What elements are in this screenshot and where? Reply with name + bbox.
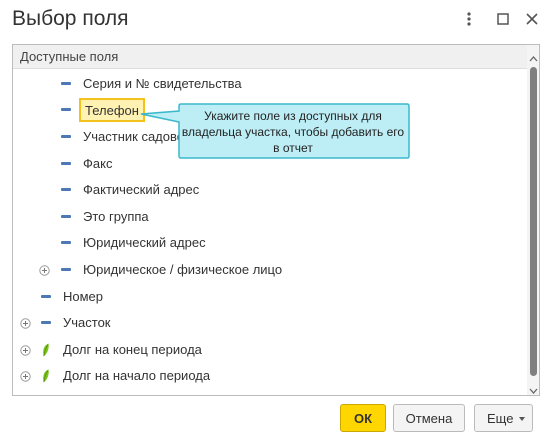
expand-plus-icon[interactable]	[20, 344, 31, 356]
field-dash-icon	[61, 108, 71, 111]
expand-plus-icon[interactable]	[20, 317, 31, 329]
cancel-button-label: Отмена	[405, 411, 453, 426]
window-title: Выбор поля	[12, 7, 129, 30]
field-dash-icon	[61, 268, 71, 271]
tree-item[interactable]: Юридическое / физическое лицо	[13, 257, 527, 283]
tree-item[interactable]: Серия и № свидетельства	[13, 71, 527, 97]
panel-header: Доступные поля	[13, 45, 527, 69]
title-bar: Выбор поля	[0, 0, 552, 40]
field-dash-icon	[61, 82, 71, 85]
callout-text: Укажите поле из доступных для владельца …	[181, 109, 405, 155]
expand-plus-icon[interactable]	[20, 370, 31, 382]
tree-item[interactable]: Это группа	[13, 204, 527, 230]
tree-item-label: Фактический адрес	[83, 182, 200, 197]
chevron-down-icon	[519, 417, 525, 421]
scroll-thumb[interactable]	[530, 67, 537, 376]
field-dash-icon	[41, 321, 51, 324]
field-dash-icon	[61, 188, 71, 191]
tree-item-label: Номер	[63, 289, 104, 304]
expand-plus-icon[interactable]	[39, 264, 50, 276]
tree-item-label: Телефон	[85, 103, 139, 118]
more-button[interactable]: Еще	[474, 404, 533, 432]
tree-item-label: Факс	[83, 156, 113, 171]
more-vertical-icon[interactable]	[459, 9, 479, 29]
ok-button[interactable]: ОК	[340, 404, 386, 432]
tree-item[interactable]: Юридический адрес	[13, 230, 527, 256]
tree-item-label: Серия и № свидетельства	[83, 76, 242, 91]
tree-item[interactable]: Участок	[13, 310, 527, 336]
cancel-button[interactable]: Отмена	[393, 404, 465, 432]
tree-item[interactable]: Долг на начало периода	[13, 363, 527, 389]
resource-leaf-icon	[42, 343, 50, 357]
close-icon[interactable]	[522, 9, 542, 29]
tree-item-label: Юридическое / физическое лицо	[83, 262, 283, 277]
hint-callout: Укажите поле из доступных для владельца …	[133, 102, 411, 162]
field-dash-icon	[61, 162, 71, 165]
tree-item[interactable]: Фактический адрес	[13, 177, 527, 203]
field-dash-icon	[61, 241, 71, 244]
more-button-label: Еще	[487, 411, 514, 426]
field-dash-icon	[41, 295, 51, 298]
tree-item-label: Юридический адрес	[83, 235, 206, 250]
resource-leaf-icon	[42, 369, 50, 383]
field-dash-icon	[61, 215, 71, 218]
ok-button-label: ОК	[353, 411, 373, 426]
tree-item-label: Долг на начало периода	[63, 368, 211, 383]
scroll-down-icon[interactable]	[529, 382, 538, 394]
tree-item-label: Это группа	[83, 209, 149, 224]
scroll-up-icon[interactable]	[529, 50, 538, 62]
vertical-scrollbar[interactable]	[527, 45, 539, 395]
maximize-icon[interactable]	[493, 9, 513, 29]
available-fields-panel: Доступные поля Серия и № свидетельства Т…	[12, 44, 540, 396]
tree-item[interactable]: Долг на конец периода	[13, 337, 527, 363]
tree-item-label: Участок	[63, 315, 111, 330]
tree-item[interactable]: Номер	[13, 284, 527, 310]
field-dash-icon	[61, 135, 71, 138]
panel-header-label: Доступные поля	[20, 49, 119, 64]
tree-item-label: Долг на конец периода	[63, 342, 202, 357]
